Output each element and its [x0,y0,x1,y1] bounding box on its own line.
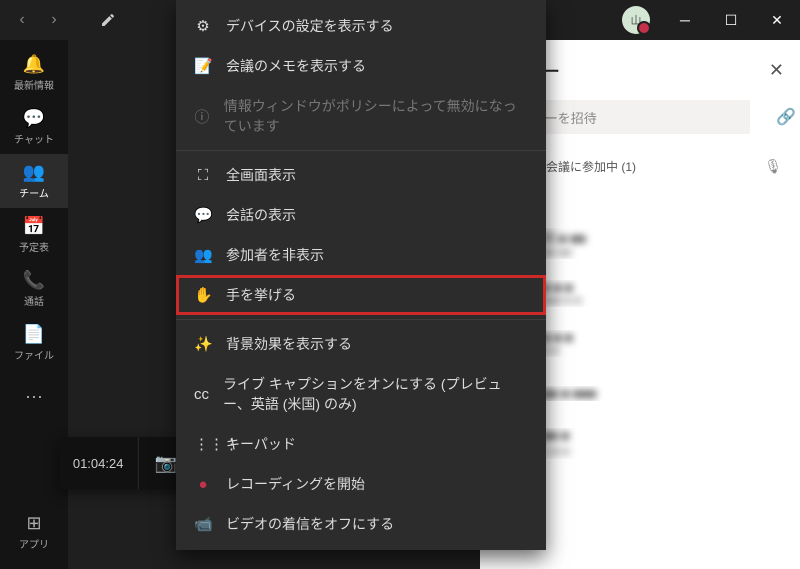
menu-item-label: 手を挙げる [226,285,296,305]
bell-icon: 🔔 [23,54,45,75]
user-avatar[interactable]: 山 [622,6,650,34]
menu-item-icon: ⛶ [194,167,212,184]
menu-item-label: 参加者を非表示 [226,245,324,265]
menu-item[interactable]: ✋ 手を挙げる [176,275,546,315]
mute-all-icon[interactable]: 🎙 [764,158,782,175]
nav-forward-button[interactable]: › [40,6,68,34]
menu-item[interactable]: 💬 会話の表示 [176,195,546,235]
rail-calls[interactable]: 📞通話 [0,262,68,316]
copy-link-icon[interactable]: 🔗 [772,107,800,127]
rail-apps[interactable]: ⊞アプリ [0,505,68,559]
menu-item-icon: ⚙ [194,17,212,35]
menu-item[interactable]: ⋮⋮⋮ キーパッド [176,424,546,464]
participant-name: ■ ■ ■ [542,330,782,345]
menu-item-icon: 👥 [194,246,212,264]
menu-item[interactable]: cc ライブ キャプションをオンにする (プレビュー、英語 (米国) のみ) [176,364,546,424]
menu-item-icon: ✨ [194,335,212,353]
menu-item-icon: ● [194,476,212,493]
menu-item[interactable]: ⛶ 全画面表示 [176,155,546,195]
menu-item[interactable]: 📝 会議のメモを表示する [176,46,546,86]
rail-more[interactable]: ⋯ [0,370,68,424]
window-minimize-button[interactable]: ─ [662,0,708,40]
window-maximize-button[interactable]: ☐ [708,0,754,40]
menu-item-label: 背景効果を表示する [226,334,352,354]
window-close-button[interactable]: ✕ [754,0,800,40]
menu-item-label: デバイスの設定を表示する [226,16,394,36]
more-icon: ⋯ [25,387,43,408]
app-rail: 🔔最新情報 💬チャット 👥チーム 📅予定表 📞通話 📄ファイル ⋯ ⊞アプリ [0,40,68,569]
menu-item[interactable]: ✨ 背景効果を表示する [176,324,546,364]
calendar-icon: 📅 [23,216,45,237]
menu-item-icon: 📝 [194,57,212,75]
team-icon: 👥 [23,162,45,183]
menu-item-label: 全画面表示 [226,165,296,185]
menu-item[interactable]: 📹 ビデオの着信をオフにする [176,504,546,544]
menu-item-icon: 💬 [194,206,212,224]
more-actions-menu: ⚙ デバイスの設定を表示する 📝 会議のメモを表示する ⓘ 情報ウィンドウがポリシーによっ… [176,0,546,550]
menu-item-label: 情報ウィンドウがポリシーによって無効になっています [224,96,528,136]
participant-name: ■ ■ ■ [542,280,782,295]
participant-name: ■■ ■ ■■■ [542,386,782,401]
phone-icon: 📞 [23,270,45,291]
menu-item-label: キーパッド [226,434,296,454]
menu-item-label: ビデオの着信をオフにする [226,514,394,534]
participant-subtitle: ■■■ ■ ■ [542,295,782,307]
menu-item-label: ライブ キャプションをオンにする (プレビュー、英語 (米国) のみ) [223,374,528,414]
menu-item: ⓘ 情報ウィンドウがポリシーによって無効になっています [176,86,546,146]
rail-calendar[interactable]: 📅予定表 [0,208,68,262]
apps-icon: ⊞ [26,513,41,534]
menu-item[interactable]: ● レコーディングを開始 [176,464,546,504]
menu-item-icon: ✋ [194,286,212,304]
participant-name: ■■ ■ [542,428,782,443]
camera-off-icon: 📷 [155,453,177,474]
rail-teams[interactable]: 👥チーム [0,154,68,208]
menu-item[interactable]: ⚙ デバイスの設定を表示する [176,6,546,46]
chat-icon: 💬 [23,108,45,129]
file-icon: 📄 [23,324,45,345]
participant-name: 岡 ■ ■■ [542,228,782,247]
menu-item-icon: 📹 [194,515,212,533]
nav-back-button[interactable]: ‹ [8,6,36,34]
menu-item-label: レコーディングを開始 [226,474,365,494]
compose-button[interactable] [94,6,122,34]
menu-item-icon: ⋮⋮⋮ [194,435,212,453]
menu-item-icon: cc [194,386,209,403]
menu-item-label: 会話の表示 [226,205,296,225]
menu-item-label: 会議のメモを表示する [226,56,366,76]
rail-activity[interactable]: 🔔最新情報 [0,46,68,100]
rail-files[interactable]: 📄ファイル [0,316,68,370]
close-panel-button[interactable]: ✕ [769,60,784,81]
menu-item-icon: ⓘ [194,106,210,127]
participant-subtitle: 応■ ■ [542,443,782,459]
participant-subtitle: ■■ ■■ [542,247,782,259]
rail-chat[interactable]: 💬チャット [0,100,68,154]
menu-item[interactable]: 👥 参加者を非表示 [176,235,546,275]
participant-subtitle: ■ ■ [542,345,782,357]
call-timer: 01:04:24 [59,456,138,471]
